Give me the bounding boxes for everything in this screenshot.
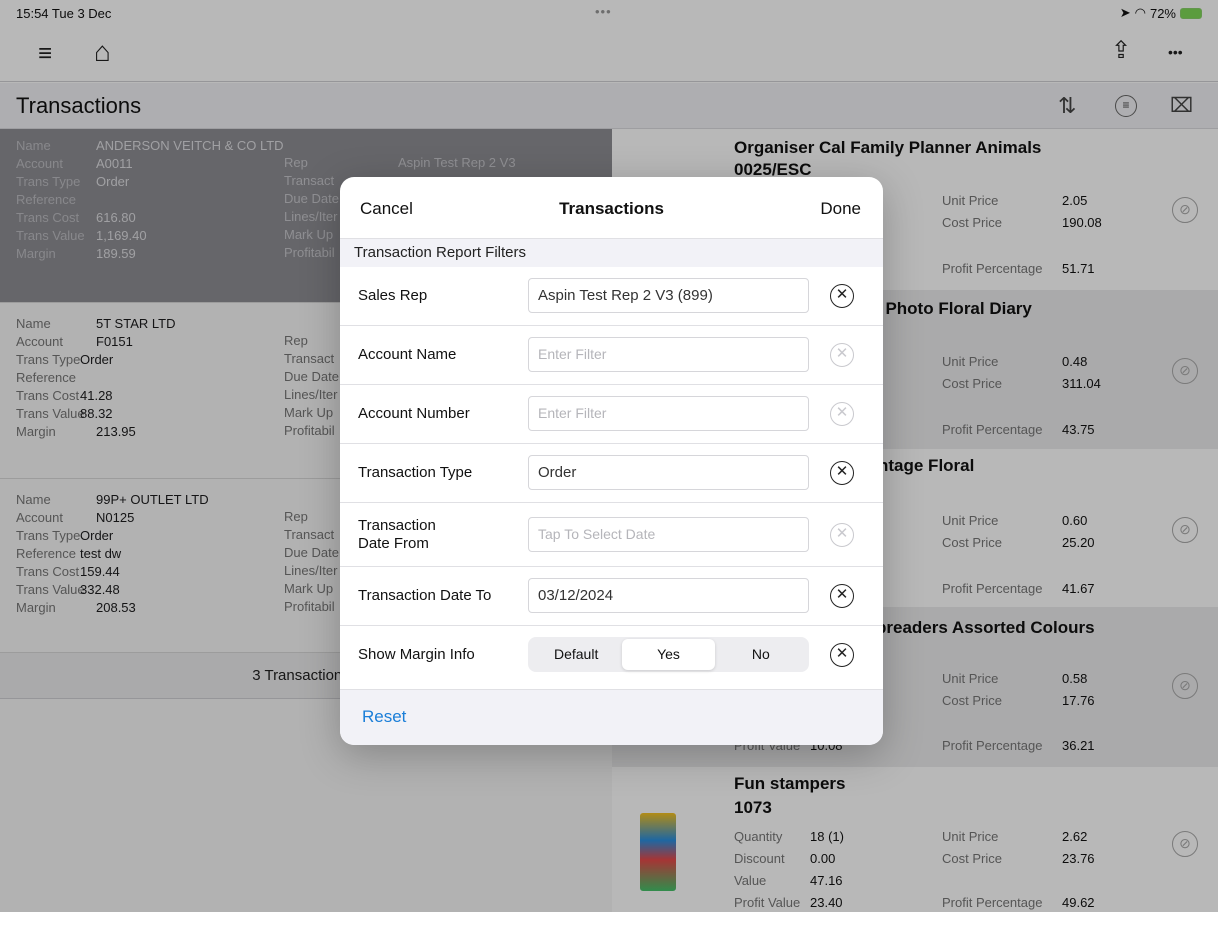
segment-default[interactable]: Default [530,639,622,670]
sales-rep-label: Sales Rep [358,287,428,304]
modal-header: Cancel Transactions Done [340,177,883,239]
segment-no[interactable]: No [715,639,807,670]
account-name-label: Account Name [358,346,457,363]
segment-yes[interactable]: Yes [622,639,715,670]
date-to-row: Transaction Date To 03/12/2024 ✕ [340,567,883,626]
clear-icon[interactable]: ✕ [830,343,854,367]
date-to-field[interactable]: 03/12/2024 [528,578,809,613]
account-name-field[interactable]: Enter Filter [528,337,809,372]
modal-title: Transactions [559,199,664,218]
date-from-label: Transaction Date From [358,517,436,553]
modal-footer: Reset [340,689,883,745]
date-from-label-line2: Date From [358,535,429,552]
clear-icon[interactable]: ✕ [830,643,854,667]
date-to-label: Transaction Date To [358,587,492,604]
transaction-type-field[interactable]: Order [528,455,809,490]
sales-rep-field[interactable]: Aspin Test Rep 2 V3 (899) [528,278,809,313]
clear-icon[interactable]: ✕ [830,402,854,426]
show-margin-row: Show Margin Info Default Yes No ✕ [340,626,883,688]
account-number-row: Account Number Enter Filter ✕ [340,385,883,444]
account-name-row: Account Name Enter Filter ✕ [340,326,883,385]
transaction-type-row: Transaction Type Order ✕ [340,444,883,503]
clear-icon[interactable]: ✕ [830,461,854,485]
reset-button[interactable]: Reset [362,707,406,727]
app: 15:54 Tue 3 Dec ••• ➤ ◠ 72% ≡ ⌂ ⇪ ••• Tr… [0,0,1218,912]
section-header: Transaction Report Filters [340,239,883,267]
date-from-label-line1: Transaction [358,517,436,534]
account-number-label: Account Number [358,405,470,422]
clear-icon[interactable]: ✕ [830,584,854,608]
clear-icon[interactable]: ✕ [830,284,854,308]
margin-segmented-control: Default Yes No [528,637,809,672]
done-button[interactable]: Done [820,199,861,219]
transaction-type-label: Transaction Type [358,464,473,481]
sales-rep-row: Sales Rep Aspin Test Rep 2 V3 (899) ✕ [340,267,883,326]
date-from-row: Transaction Date From Tap To Select Date… [340,503,883,567]
show-margin-label: Show Margin Info [358,646,475,663]
clear-icon[interactable]: ✕ [830,523,854,547]
date-from-field[interactable]: Tap To Select Date [528,517,809,552]
account-number-field[interactable]: Enter Filter [528,396,809,431]
filter-modal: Cancel Transactions Done Transaction Rep… [340,177,883,745]
